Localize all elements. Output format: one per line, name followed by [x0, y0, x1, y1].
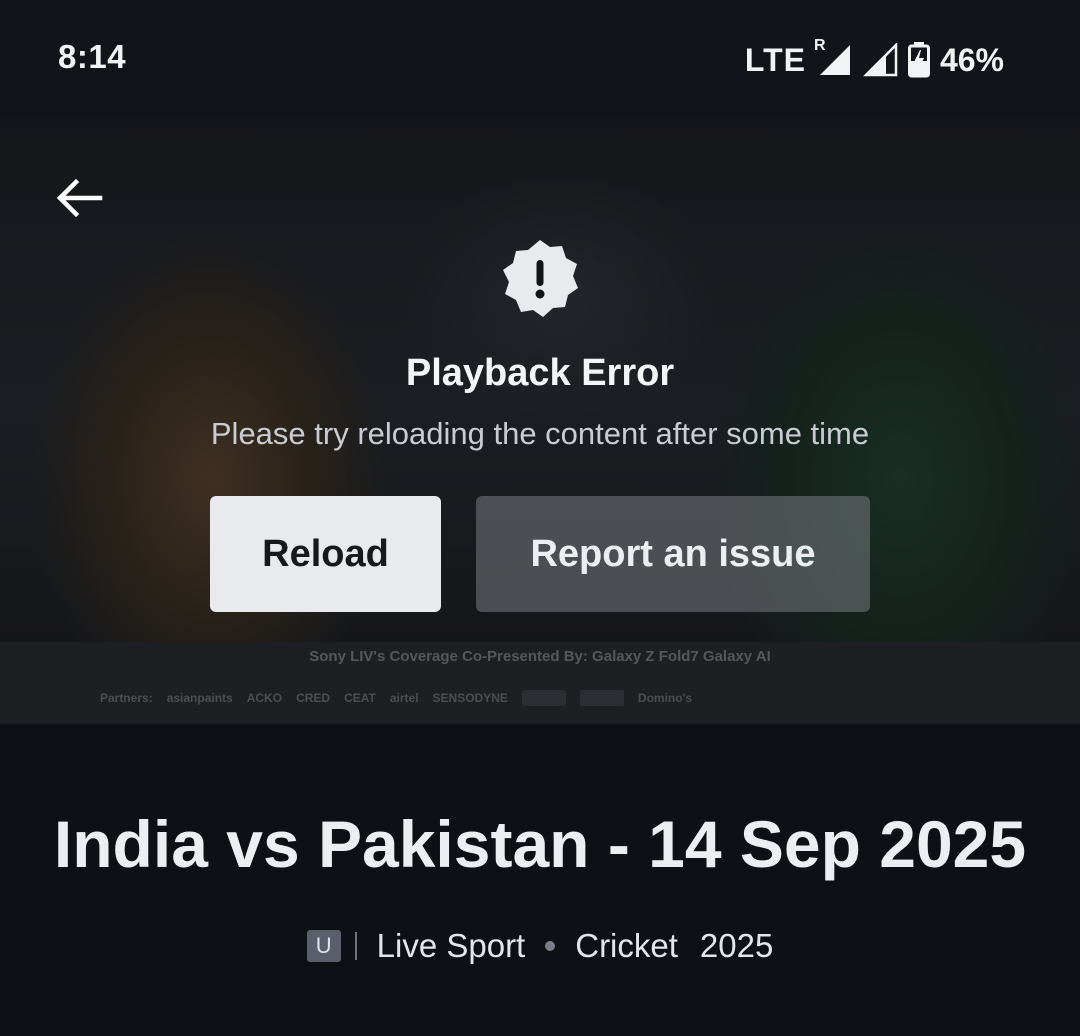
sponsor-row-partners: Partners: asianpaints ACKO CRED CEAT air… [100, 690, 980, 706]
sport-label: Cricket [575, 927, 678, 964]
genre-label: Live Sport [376, 927, 526, 964]
alert-badge-icon [498, 236, 582, 320]
partner-logo: Domino's [637, 691, 693, 705]
partner-logo: SENSODYNE [432, 691, 508, 705]
partner-logo: CEAT [344, 691, 376, 705]
error-title: Playback Error [405, 352, 675, 394]
battery-percent: 46% [939, 41, 1004, 78]
partner-logo: airtel [389, 691, 419, 705]
status-bar: 8:14 LTE R 46% [0, 0, 1080, 118]
year-label: 2025 [699, 927, 774, 964]
battery-charging-icon [907, 42, 930, 78]
status-time: 8:14 [58, 38, 127, 75]
meta-dot [545, 941, 556, 951]
partner-logo-box [579, 690, 624, 706]
reload-button[interactable]: Reload [210, 496, 441, 612]
network-type: LTE [744, 41, 806, 78]
sponsor-row-top: Sony LIV's Coverage Co-Presented By: Gal… [309, 648, 771, 665]
partner-logo: CRED [296, 691, 331, 705]
sponsor-banner: Sony LIV's Coverage Co-Presented By: Gal… [0, 642, 1080, 724]
partner-logo: ACKO [246, 691, 283, 705]
roaming-indicator: R [813, 37, 826, 54]
partner-logo-box [521, 690, 566, 706]
status-icons: LTE R 46% [744, 37, 1004, 82]
meta-divider [354, 932, 357, 960]
arrow-left-icon[interactable] [52, 174, 106, 222]
partner-logo: asianpaints [166, 691, 233, 705]
partner-label: Partners: [100, 691, 153, 705]
content-meta: U Live Sport Cricket 2025 [0, 924, 1080, 968]
content-title: India vs Pakistan - 14 Sep 2025 [53, 807, 1027, 881]
video-player[interactable]: Sony LIV's Coverage Co-Presented By: Gal… [0, 118, 1080, 724]
signal-icon [862, 43, 898, 77]
error-message: Please try reloading the content after s… [210, 416, 870, 451]
report-issue-button[interactable]: Report an issue [476, 496, 870, 612]
signal-roaming-icon: R [814, 37, 852, 77]
age-rating-badge: U [306, 930, 341, 962]
